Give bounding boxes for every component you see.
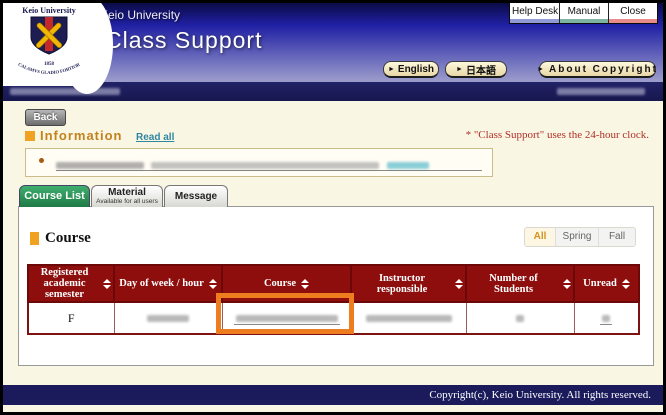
redacted-user-info (10, 88, 120, 95)
announcement-line (56, 157, 429, 175)
course-table: Registered academic semester Day of week… (27, 264, 640, 335)
clock-note: * "Class Support" uses the 24-hour clock… (466, 129, 649, 141)
cell-num-students (466, 302, 574, 334)
japanese-label: 日本語 (466, 62, 496, 77)
help-desk-label: Help Desk (510, 3, 559, 19)
header-university-label: Keio University (100, 8, 180, 22)
header-day-hour[interactable]: Day of week / hour (114, 265, 222, 302)
tab-course-list[interactable]: Course List (19, 185, 90, 207)
header-registered-semester[interactable]: Registered academic semester (28, 265, 114, 302)
information-box (25, 148, 493, 177)
header-utility-buttons: Help Desk Manual Close (509, 3, 658, 24)
unread-link[interactable] (600, 315, 612, 325)
arrow-icon: ► (456, 66, 463, 73)
header-instructor[interactable]: Instructor responsible (351, 265, 466, 302)
information-title: Information (40, 128, 123, 143)
redacted-course-name (236, 315, 338, 322)
header-label: Instructor responsible (354, 273, 450, 295)
sort-icon[interactable] (622, 279, 630, 289)
semester-filter-group: All Spring Fall (524, 227, 636, 247)
about-copyright-button[interactable]: ► About Copyright (539, 61, 656, 78)
header-label: Unread (583, 278, 617, 289)
sort-icon[interactable] (209, 279, 217, 289)
orange-square-icon (25, 131, 35, 141)
header-label: Number of Students (469, 273, 558, 295)
sort-icon[interactable] (563, 279, 571, 289)
manual-label: Manual (560, 3, 608, 19)
keio-logo-title: Keio University (3, 6, 95, 15)
close-accent-strip (609, 19, 657, 23)
orange-bar-icon (30, 232, 39, 245)
footer-copyright: Copyright(c), Keio University. All right… (3, 385, 663, 405)
course-heading: Course (30, 230, 91, 247)
close-button[interactable]: Close (608, 3, 657, 23)
header-label: Day of week / hour (119, 278, 204, 289)
redacted-instructor (366, 315, 452, 322)
filter-fall[interactable]: Fall (598, 228, 635, 246)
help-desk-accent-strip (510, 19, 559, 23)
cell-registered-semester: F (28, 302, 114, 334)
keio-crest-icon: 1858 CALAMVS GLADIO FORTIOR (6, 15, 92, 79)
english-button[interactable]: ► English (383, 61, 439, 78)
arrow-icon: ► (388, 66, 395, 73)
table-row: F (28, 302, 639, 334)
redacted-count (516, 315, 524, 322)
header-unread[interactable]: Unread (574, 265, 639, 302)
manual-accent-strip (560, 19, 608, 23)
redacted-unread (602, 315, 610, 322)
close-label: Close (609, 3, 657, 19)
header-course[interactable]: Course (222, 265, 351, 302)
sort-icon[interactable] (455, 279, 463, 289)
cell-day-hour (114, 302, 222, 334)
help-desk-button[interactable]: Help Desk (510, 3, 559, 23)
redacted-timestamp (557, 88, 645, 95)
header-label: Course (264, 278, 296, 289)
sort-icon[interactable] (103, 279, 111, 289)
table-header-row: Registered academic semester Day of week… (28, 265, 639, 302)
tab-material-sublabel: Available for all users (92, 198, 162, 206)
bullet-icon (39, 158, 44, 163)
sort-icon[interactable] (301, 279, 309, 289)
english-label: English (398, 64, 434, 75)
header-label: Registered academic semester (31, 267, 98, 300)
course-title: Course (45, 230, 91, 247)
tab-material[interactable]: Material Available for all users (91, 185, 163, 207)
filter-all[interactable]: All (525, 228, 555, 246)
information-heading: Information (25, 128, 123, 143)
course-link[interactable] (234, 315, 340, 325)
keio-logo-panel: Keio University 1858 CALAMVS GLADIO FORT… (3, 3, 87, 86)
keio-logo: Keio University 1858 CALAMVS GLADIO FORT… (3, 6, 95, 84)
cell-course (222, 302, 351, 334)
about-copyright-label: About Copyright (549, 64, 658, 75)
redacted-day-hour (147, 315, 189, 322)
back-button[interactable]: Back (25, 109, 66, 126)
read-all-link[interactable]: Read all (136, 132, 174, 143)
manual-button[interactable]: Manual (559, 3, 608, 23)
page-title: Class Support (105, 27, 262, 54)
tab-material-label: Material (92, 188, 162, 198)
redacted-announcement-link[interactable] (387, 162, 429, 169)
filter-spring[interactable]: Spring (555, 228, 598, 246)
announcement-underline (56, 170, 482, 171)
tab-message[interactable]: Message (164, 185, 228, 207)
cell-unread (574, 302, 639, 334)
japanese-button[interactable]: ► 日本語 (445, 61, 507, 78)
redacted-announcement-text (56, 162, 144, 169)
header-num-students[interactable]: Number of Students (466, 265, 574, 302)
arrow-icon: ► (537, 66, 546, 73)
cell-instructor (351, 302, 466, 334)
redacted-announcement-text (151, 162, 379, 169)
svg-text:1858: 1858 (44, 62, 55, 67)
class-support-page: Keio University Class Support Keio Unive… (0, 0, 666, 415)
